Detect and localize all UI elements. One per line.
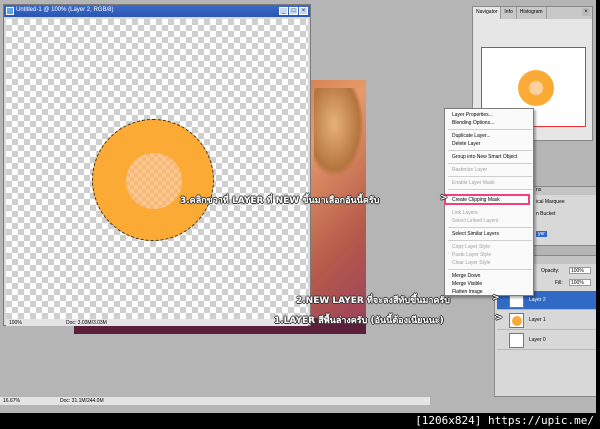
menu-separator [448, 163, 532, 164]
document-window: Untitled-1 @ 100% (Layer 2, RGB/8) _ □ ×… [3, 4, 311, 326]
fill-label: Fill: [555, 280, 563, 286]
minimize-button[interactable]: _ [279, 7, 288, 15]
fill-field[interactable]: 100% [569, 279, 591, 286]
annotation-arrow: > [492, 293, 500, 303]
image-host-label: [1206x824] https://upic.me/ [415, 414, 594, 427]
menu-item-layer-properties[interactable]: Layer Properties... [452, 112, 493, 118]
menu-item-delete-layer[interactable]: Delete Layer [452, 141, 480, 147]
image-host-footer: [1206x824] https://upic.me/ [0, 413, 600, 429]
layer-name: Layer 0 [529, 337, 546, 343]
menu-item-blending-options[interactable]: Blending Options... [452, 120, 494, 126]
photoshop-document-icon [6, 7, 14, 15]
artwork-detail [314, 88, 364, 178]
tab-histogram[interactable]: Histogram [517, 7, 547, 19]
screen-edge [596, 0, 600, 413]
app-document-size: Doc: 31.1M/244.0M [60, 398, 104, 404]
orange-circle-shape[interactable] [92, 119, 214, 241]
zoom-level[interactable]: 100% [9, 320, 22, 326]
document-canvas[interactable] [6, 19, 308, 319]
menu-item-select-linked-layers: Select Linked Layers [452, 218, 499, 224]
menu-separator [448, 150, 532, 151]
tab-navigator[interactable]: Navigator [473, 7, 502, 19]
menu-item-merge-visible[interactable]: Merge Visible [452, 281, 482, 287]
clipping-mask-highlight [444, 194, 530, 205]
navigator-tabs: Navigator Info Histogram [473, 7, 592, 19]
menu-separator [448, 176, 532, 177]
menu-item-copy-layer-style: Copy Layer Style [452, 244, 491, 250]
layer-context-menu: Layer Properties... Blending Options... … [444, 108, 534, 296]
layer-name: Layer 2 [529, 297, 546, 303]
layer-thumbnail [509, 333, 524, 348]
menu-separator [448, 227, 532, 228]
annotation-arrow: > [495, 313, 503, 323]
menu-item-select-similar-layers[interactable]: Select Similar Layers [452, 231, 499, 237]
menu-item-merge-down[interactable]: Merge Down [452, 273, 480, 279]
menu-item-rasterize-layer: Rasterize Layer [452, 167, 488, 173]
menu-separator [448, 189, 532, 190]
menu-item-link-layers: Link Layers [452, 210, 478, 216]
document-status-bar: 100% Doc: 3.03M/3.03M [6, 319, 308, 326]
close-icon[interactable]: × [582, 8, 590, 16]
menu-separator [448, 240, 532, 241]
menu-item-paste-layer-style: Paste Layer Style [452, 252, 492, 258]
annotation-step-2: 2.NEW LAYER ที่จะลงสีทับขึ้นมาครับ [296, 296, 450, 306]
tool-presets-panel: ns ical Marquee n Bucket yer [533, 186, 597, 246]
preset-item[interactable]: ical Marquee [536, 199, 565, 205]
menu-item-flatten-image[interactable]: Flatten Image [452, 289, 483, 295]
annotation-step-3: 3.คลิกขวาที่ LAYER ที่ NEW ขึ้นมาเลือกอั… [180, 196, 380, 206]
preset-item[interactable]: n Bucket [536, 211, 555, 217]
layer-row-layer-1[interactable]: Layer 1 [497, 311, 596, 330]
annotation-arrow: > [440, 193, 448, 203]
menu-separator [448, 269, 532, 270]
menu-item-enable-layer-mask: Enable Layer Mask [452, 180, 495, 186]
maximize-button[interactable]: □ [289, 7, 298, 15]
layer-row-layer-0[interactable]: Layer 0 [497, 331, 596, 350]
tab-info[interactable]: Info [501, 7, 517, 19]
opacity-field[interactable]: 100% [569, 267, 591, 274]
document-title: Untitled-1 @ 100% (Layer 2, RGB/8) [16, 7, 114, 13]
menu-item-group-smart-object[interactable]: Group into New Smart Object [452, 154, 517, 160]
tool-presets-tab[interactable]: ns [534, 187, 596, 195]
thumbnail-circle [518, 70, 554, 106]
menu-item-duplicate-layer[interactable]: Duplicate Layer... [452, 133, 491, 139]
document-title-bar[interactable]: Untitled-1 @ 100% (Layer 2, RGB/8) _ □ × [4, 5, 310, 17]
preset-item-selected[interactable]: yer [536, 231, 547, 237]
photoshop-workspace: Untitled-1 @ 100% (Layer 2, RGB/8) _ □ ×… [0, 0, 600, 413]
transparent-inner-circle [126, 153, 182, 209]
annotation-step-1: 1.LAYER สีพื้นล่างครับ (อันนี้ต้องเนียนน… [274, 316, 444, 326]
layer-thumbnail [509, 313, 524, 328]
app-zoom-level[interactable]: 16.67% [3, 398, 20, 404]
menu-separator [448, 129, 532, 130]
document-size: Doc: 3.03M/3.03M [66, 320, 107, 326]
layer-name: Layer 1 [529, 317, 546, 323]
close-button[interactable]: × [299, 7, 308, 15]
opacity-label: Opacity: [541, 268, 560, 274]
app-status-bar: 16.67% Doc: 31.1M/244.0M [0, 397, 430, 405]
menu-item-clear-layer-style: Clear Layer Style [452, 260, 491, 266]
